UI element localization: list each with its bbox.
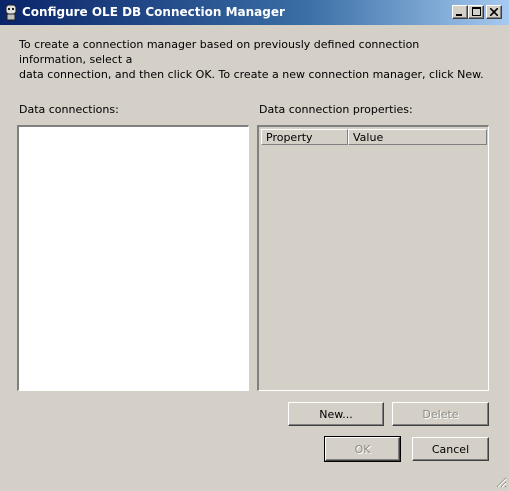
close-icon — [489, 6, 499, 19]
app-icon — [4, 4, 18, 21]
ok-button[interactable]: OK — [324, 436, 401, 462]
maximize-button[interactable] — [468, 5, 484, 19]
data-connection-properties-label: Data connection properties: — [259, 103, 413, 116]
data-connections-label: Data connections: — [19, 103, 119, 116]
close-button[interactable] — [486, 5, 502, 19]
properties-grid-header: Property Value — [261, 129, 487, 145]
new-button[interactable]: New... — [288, 402, 384, 426]
data-connections-list[interactable] — [17, 125, 249, 391]
cancel-button[interactable]: Cancel — [412, 437, 489, 461]
delete-button[interactable]: Delete — [392, 402, 489, 426]
title-bar[interactable]: Configure OLE DB Connection Manager — [0, 0, 509, 25]
intro-text: To create a connection manager based on … — [19, 38, 484, 81]
column-header-value[interactable]: Value — [348, 129, 487, 145]
resize-grip-icon[interactable] — [495, 476, 507, 488]
window-title: Configure OLE DB Connection Manager — [22, 5, 285, 19]
maximize-icon — [471, 6, 481, 19]
properties-grid[interactable]: Property Value — [257, 125, 489, 391]
minimize-icon — [456, 6, 464, 19]
minimize-button[interactable] — [452, 5, 468, 19]
column-header-property[interactable]: Property — [261, 129, 348, 145]
